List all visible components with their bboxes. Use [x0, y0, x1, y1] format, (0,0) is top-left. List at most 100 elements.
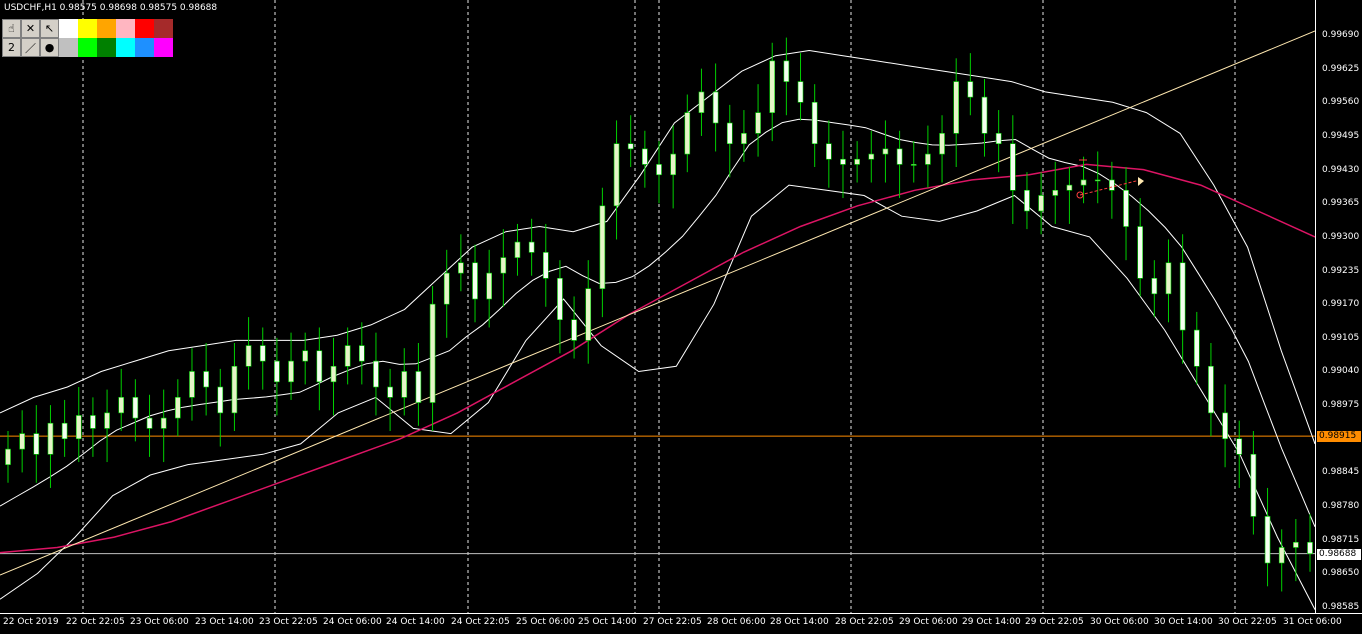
- close-x-icon[interactable]: ✕: [21, 19, 40, 38]
- candle-body: [189, 371, 195, 398]
- color-swatch[interactable]: [97, 19, 116, 38]
- candle-body: [415, 371, 422, 403]
- candle-body: [642, 148, 648, 165]
- candle-body: [61, 422, 68, 440]
- time-tick-label: 28 Oct 22:05: [835, 617, 894, 627]
- candle-body: [401, 371, 408, 398]
- candle-body: [1151, 277, 1158, 295]
- price-tick-label: 0.99365: [1322, 198, 1360, 209]
- candle-body: [486, 272, 492, 300]
- candle-body: [953, 81, 959, 134]
- color-swatch[interactable]: [154, 38, 173, 57]
- candle-body: [1236, 438, 1243, 455]
- time-tick-label: 23 Oct 22:05: [259, 617, 318, 627]
- price-chart-canvas[interactable]: USDCHF,H1 0.98575 0.98698 0.98575 0.9868…: [0, 0, 1315, 613]
- candle-body: [542, 252, 549, 279]
- color-swatch[interactable]: [59, 38, 78, 57]
- candle-body: [868, 153, 875, 160]
- color-swatch[interactable]: [78, 38, 97, 57]
- candle-body: [1038, 195, 1044, 212]
- color-swatch[interactable]: [78, 19, 97, 38]
- candle-body: [585, 288, 592, 341]
- time-tick-label: 25 Oct 06:00: [516, 617, 575, 627]
- candle-body: [302, 350, 308, 362]
- candle-body: [656, 164, 662, 176]
- candle-body: [274, 360, 280, 383]
- price-tick-label: 0.99040: [1322, 366, 1360, 377]
- candle-body: [925, 153, 931, 165]
- candle-body: [1080, 179, 1087, 186]
- hand-cursor-icon[interactable]: ☝: [2, 19, 21, 38]
- candle-body: [1179, 262, 1186, 331]
- candle-body: [826, 143, 832, 160]
- color-swatch[interactable]: [135, 38, 154, 57]
- candle-body: [741, 133, 747, 145]
- candle-body: [217, 386, 224, 414]
- time-tick-label: 29 Oct 22:05: [1025, 617, 1084, 627]
- candle-body: [1278, 547, 1285, 564]
- time-tick-label: 29 Oct 06:00: [899, 617, 958, 627]
- line-style-icon[interactable]: ／: [21, 38, 40, 57]
- candle-body: [259, 345, 266, 362]
- color-swatch[interactable]: [116, 19, 135, 38]
- candle-body: [316, 350, 323, 383]
- candle-body: [288, 360, 294, 383]
- drawing-toolbar: ☝ ✕ ↖ 2 ／ ●: [2, 19, 173, 57]
- candle-body: [1193, 329, 1200, 367]
- color-swatch[interactable]: [97, 38, 116, 57]
- candle-body: [882, 148, 889, 155]
- candle-body: [330, 365, 337, 383]
- candle-body: [981, 96, 988, 134]
- color-swatch[interactable]: [135, 19, 154, 38]
- price-tick-label: 0.98715: [1322, 534, 1360, 545]
- trend-line: [0, 30, 1315, 576]
- candle-body: [203, 371, 209, 388]
- candle-body: [670, 153, 676, 176]
- time-tick-label: 30 Oct 22:05: [1218, 617, 1277, 627]
- candle-body: [1208, 365, 1214, 414]
- time-scale[interactable]: 22 Oct 2019 22 Oct 22:05 23 Oct 06:00 23 Oc…: [0, 613, 1362, 634]
- line-width-input[interactable]: 2: [2, 38, 21, 57]
- symbol-title: USDCHF,H1 0.98575 0.98698 0.98575 0.9868…: [4, 3, 218, 13]
- candle-body: [19, 433, 25, 450]
- dot-icon[interactable]: ●: [40, 38, 59, 57]
- price-tick-label: 0.98780: [1322, 501, 1360, 512]
- color-swatch[interactable]: [154, 19, 173, 38]
- candle-body: [1222, 412, 1228, 440]
- candle-body: [1250, 453, 1257, 517]
- candle-body: [1052, 189, 1059, 196]
- price-tick-label: 0.98845: [1322, 467, 1360, 478]
- candle-body: [571, 319, 577, 341]
- candle-body: [939, 133, 945, 155]
- pointer-arrow-icon[interactable]: ↖: [40, 19, 59, 38]
- candle-body: [160, 417, 167, 429]
- time-tick-label: 31 Oct 06:00: [1283, 617, 1342, 627]
- time-tick-label: 24 Oct 14:00: [386, 617, 445, 627]
- candle-body: [47, 422, 54, 455]
- candle-body: [104, 412, 110, 429]
- candle-body: [783, 60, 790, 82]
- candle-body: [712, 91, 719, 124]
- price-scale[interactable]: 0.99690 0.99625 0.99560 0.99495 0.99430 0.993…: [1315, 0, 1362, 613]
- candle-body: [75, 415, 82, 440]
- candle-body: [245, 345, 252, 367]
- candle-body: [1010, 143, 1016, 191]
- price-tick-label: 0.98650: [1322, 568, 1360, 579]
- candle-body: [231, 365, 238, 414]
- candle-body: [910, 164, 917, 166]
- candle-body: [627, 143, 634, 150]
- color-swatch[interactable]: [116, 38, 135, 57]
- candle-body: [514, 241, 521, 258]
- candle-body: [995, 133, 1002, 145]
- toolbar-row-2: 2 ／ ●: [2, 38, 173, 57]
- candle-body: [698, 91, 705, 113]
- candlestick-chart[interactable]: [0, 0, 1315, 613]
- candle-body: [557, 277, 563, 321]
- time-tick-label: 30 Oct 06:00: [1090, 617, 1149, 627]
- candle-body: [1293, 541, 1299, 548]
- current-level-tag: 0.98915: [1317, 431, 1361, 443]
- time-tick-label: 24 Oct 22:05: [451, 617, 510, 627]
- time-tick-label: 30 Oct 14:00: [1154, 617, 1213, 627]
- color-swatch[interactable]: [59, 19, 78, 38]
- price-tick-label: 0.99235: [1322, 265, 1360, 276]
